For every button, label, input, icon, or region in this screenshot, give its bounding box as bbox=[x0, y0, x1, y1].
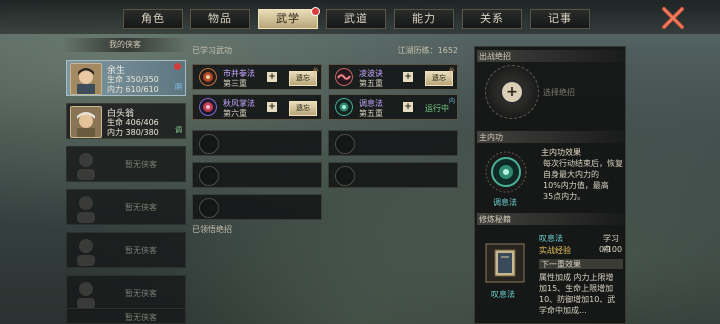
skill-slot-2[interactable]: 凌波诀 第五重 + 遗忘 外 bbox=[328, 64, 458, 90]
exp-label: 实战经验 bbox=[539, 246, 571, 255]
detail-panel: 出战绝招 + 选择绝招 主内功 调息法 主内功效果 每次行动结束后，恢复 自身最… bbox=[474, 46, 626, 324]
skill-level: 第六重 bbox=[223, 109, 247, 118]
hero-list-panel: 我的侠客 余生 生命 350/350 内力 610/610 阴 白头翁 生命 4… bbox=[62, 38, 188, 324]
book-caption: 叹息法 bbox=[491, 290, 515, 299]
book-title: 修炼秘籍 bbox=[479, 215, 511, 224]
mastered-title: 已领悟绝招 bbox=[192, 225, 232, 234]
empty-hero-slot: 暂无侠客 bbox=[66, 308, 186, 324]
tab-martial-arts[interactable]: 武学 bbox=[258, 7, 320, 29]
wave-skill-icon bbox=[335, 68, 353, 86]
next-level-label: 下一重效果 bbox=[539, 259, 623, 269]
ult-slot[interactable]: + bbox=[485, 65, 539, 119]
learned-title: 已学习武功 bbox=[192, 46, 232, 55]
internal-title: 主内功 bbox=[479, 133, 503, 142]
tab-character[interactable]: 角色 bbox=[123, 9, 183, 29]
tab-relations[interactable]: 关系 bbox=[462, 9, 522, 29]
skill-level: 第五重 bbox=[359, 109, 383, 118]
silhouette-icon bbox=[77, 196, 95, 223]
skill-type-tag: 外 bbox=[448, 68, 455, 75]
empty-hero-slot: 暂无侠客 bbox=[66, 232, 186, 268]
tab-items[interactable]: 物品 bbox=[190, 9, 250, 29]
internal-effect-line: 10%内力值，最高 bbox=[543, 181, 609, 190]
empty-slot-circle bbox=[199, 166, 219, 186]
empty-slot-circle bbox=[335, 166, 355, 186]
skill-slot-4[interactable]: 调息法 第五重 + 运行中 内 bbox=[328, 94, 458, 120]
fist-skill-icon bbox=[199, 68, 217, 86]
attr-line: 加15、生命上限增加 bbox=[539, 284, 614, 293]
skill-slot-1[interactable]: 市井拳法 第三重 + 遗忘 外 bbox=[192, 64, 322, 90]
empty-skill-slot[interactable] bbox=[192, 130, 322, 156]
empty-slot-label: 暂无侠客 bbox=[125, 289, 157, 298]
empty-skill-slot[interactable] bbox=[192, 194, 322, 220]
alert-dot bbox=[174, 63, 181, 70]
ult-placeholder: 选择绝招 bbox=[543, 88, 575, 97]
empty-skill-slot[interactable] bbox=[328, 130, 458, 156]
tab-martial-arts-label: 武学 bbox=[276, 12, 300, 25]
internal-name: 调息法 bbox=[493, 198, 517, 207]
forget-button[interactable]: 遗忘 bbox=[289, 101, 317, 116]
hero-card-baitouweng[interactable]: 白头翁 生命 406/406 内力 380/380 调 bbox=[66, 103, 186, 139]
ult-title: 出战绝招 bbox=[479, 52, 511, 61]
breath-skill-icon bbox=[335, 98, 353, 116]
empty-hero-slot: 暂无侠客 bbox=[66, 146, 186, 182]
skill-level: 第五重 bbox=[359, 79, 383, 88]
points-label: 江湖历练：1652 bbox=[397, 46, 458, 55]
tab-ability[interactable]: 能力 bbox=[394, 9, 454, 29]
empty-slot-label: 暂无侠客 bbox=[125, 160, 157, 169]
exp-value: 0/100 bbox=[599, 245, 623, 254]
running-status: 运行中 bbox=[425, 104, 449, 113]
empty-slot-circle bbox=[199, 198, 219, 218]
tab-martial-path[interactable]: 武道 bbox=[326, 9, 386, 29]
empty-hero-slot: 暂无侠客 bbox=[66, 189, 186, 225]
empty-slot-label: 暂无侠客 bbox=[125, 203, 157, 212]
empty-skill-slot[interactable] bbox=[192, 162, 322, 188]
upgrade-button[interactable]: + bbox=[267, 72, 277, 82]
empty-skill-slot[interactable] bbox=[328, 162, 458, 188]
top-tab-bar: 角色 物品 武学 武道 能力 关系 记事 bbox=[0, 0, 720, 34]
silhouette-icon bbox=[77, 153, 95, 180]
upgrade-button[interactable]: + bbox=[267, 102, 277, 112]
hero-mp: 内力 380/380 bbox=[107, 128, 159, 137]
hero-mp: 内力 610/610 bbox=[107, 85, 159, 94]
tab-journal[interactable]: 记事 bbox=[530, 9, 590, 29]
upgrade-button[interactable]: + bbox=[403, 102, 413, 112]
empty-slot-circle bbox=[199, 134, 219, 154]
add-icon: + bbox=[502, 82, 522, 102]
skill-level: 第三重 bbox=[223, 79, 247, 88]
empty-hero-slot: 暂无侠客 bbox=[66, 275, 186, 311]
attr-line: 学命中加成... bbox=[539, 306, 587, 315]
skill-slot-3[interactable]: 秋风掌法 第六重 + 遗忘 bbox=[192, 94, 322, 120]
empty-slot-circle bbox=[335, 134, 355, 154]
avatar bbox=[70, 106, 102, 138]
empty-slot-label: 暂无侠客 bbox=[125, 313, 157, 322]
internal-effect-line: 35点内力。 bbox=[543, 192, 586, 201]
hero-card-yusheng[interactable]: 余生 生命 350/350 内力 610/610 阴 bbox=[66, 60, 186, 96]
skill-type-tag: 内 bbox=[448, 98, 455, 105]
hero-status-badge: 阴 bbox=[175, 83, 182, 91]
notification-dot bbox=[311, 7, 320, 16]
martial-arts-panel: 已学习武功 江湖历练：1652 市井拳法 第三重 + 遗忘 外 凌波诀 第五重 … bbox=[190, 42, 464, 324]
close-icon[interactable] bbox=[661, 6, 685, 30]
hero-status-badge: 调 bbox=[175, 126, 182, 134]
palm-skill-icon bbox=[199, 98, 217, 116]
attr-line: 10、防御增加10、武 bbox=[539, 295, 616, 304]
upgrade-button[interactable]: + bbox=[403, 72, 413, 82]
hero-list-title: 我的侠客 bbox=[62, 38, 188, 52]
book-name: 叹息法 bbox=[539, 234, 563, 243]
book-icon[interactable] bbox=[485, 243, 525, 283]
avatar bbox=[70, 63, 102, 95]
internal-effect-line: 每次行动结束后，恢复 bbox=[543, 159, 623, 168]
attr-line: 属性加成 内力上限增 bbox=[539, 273, 614, 282]
skill-type-tag: 外 bbox=[312, 68, 319, 75]
internal-effect-line: 自身最大内力的 bbox=[543, 170, 599, 179]
silhouette-icon bbox=[77, 282, 95, 309]
internal-art-icon[interactable] bbox=[485, 151, 527, 193]
empty-slot-label: 暂无侠客 bbox=[125, 246, 157, 255]
internal-effect-title: 主内功效果 bbox=[541, 148, 581, 157]
silhouette-icon bbox=[77, 239, 95, 266]
